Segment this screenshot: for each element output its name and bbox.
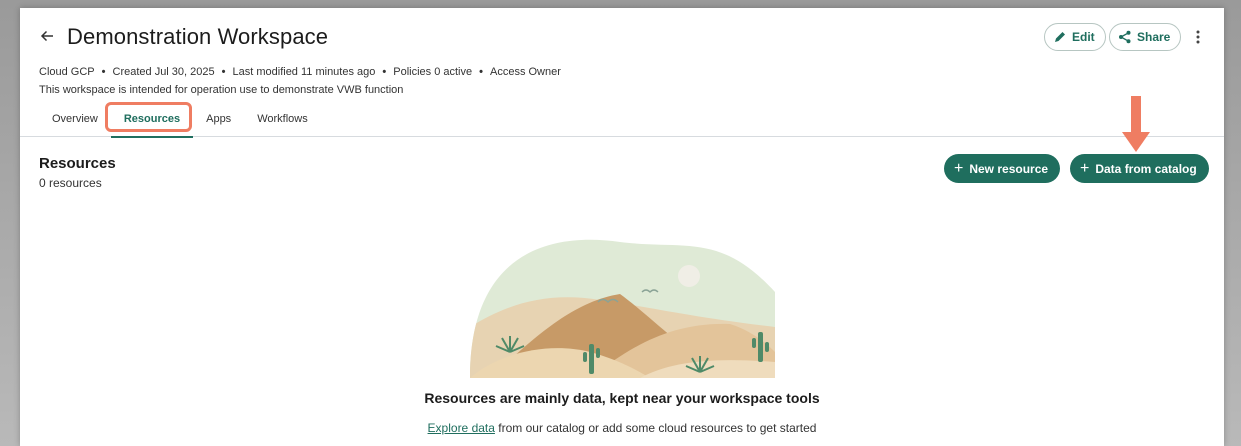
- meta-cloud: Cloud GCP: [39, 66, 95, 78]
- new-resource-button[interactable]: + New resource: [944, 154, 1061, 183]
- desert-illustration: [470, 239, 775, 378]
- share-label: Share: [1137, 30, 1171, 44]
- tab-workflows[interactable]: Workflows: [244, 112, 321, 137]
- more-vertical-icon: [1196, 30, 1200, 44]
- page-title: Demonstration Workspace: [67, 24, 329, 49]
- meta-separator: •: [479, 66, 483, 78]
- empty-state-rest: from our catalog or add some cloud resou…: [494, 421, 817, 435]
- meta-separator: •: [382, 66, 387, 78]
- data-from-catalog-button[interactable]: + Data from catalog: [1070, 154, 1209, 183]
- resources-count: 0 resources: [39, 176, 102, 190]
- data-from-catalog-label: Data from catalog: [1095, 161, 1197, 176]
- down-arrow-annotation-icon: [1122, 96, 1150, 152]
- explore-data-link[interactable]: Explore data: [428, 421, 495, 435]
- more-options-button[interactable]: [1188, 27, 1208, 47]
- workspace-panel: Demonstration Workspace Edit Share Cloud…: [20, 8, 1224, 446]
- plus-icon: +: [1080, 159, 1090, 177]
- workspace-description: This workspace is intended for operation…: [39, 84, 404, 96]
- screenshot-frame: Demonstration Workspace Edit Share Cloud…: [0, 0, 1241, 446]
- plus-icon: +: [954, 159, 964, 177]
- meta-modified: Last modified 11 minutes ago: [232, 66, 376, 78]
- tab-overview[interactable]: Overview: [39, 112, 111, 137]
- share-icon: [1119, 30, 1131, 44]
- new-resource-label: New resource: [969, 161, 1049, 176]
- share-button[interactable]: Share: [1109, 23, 1182, 51]
- meta-access: Access Owner: [489, 66, 561, 78]
- meta-created: Created Jul 30, 2025: [112, 66, 215, 78]
- meta-separator: •: [101, 66, 106, 78]
- workspace-header: Demonstration Workspace Edit Share Cloud…: [20, 8, 1224, 138]
- edit-label: Edit: [1072, 30, 1095, 44]
- back-arrow-icon[interactable]: [38, 27, 56, 45]
- workspace-meta: Cloud GCP • Created Jul 30, 2025 • Last modi…: [39, 66, 561, 78]
- empty-state-title: Resources are mainly data, kept near you…: [424, 390, 820, 406]
- empty-state-subtitle: Explore data from our catalog or add som…: [20, 421, 1224, 435]
- pencil-icon: [1055, 32, 1065, 42]
- tab-resources[interactable]: Resources: [110, 112, 194, 138]
- meta-policies: Policies 0 active: [393, 66, 473, 78]
- resources-heading: Resources: [39, 155, 116, 172]
- workspace-tabs: Overview Resources Apps Workflows: [39, 112, 321, 138]
- tab-apps[interactable]: Apps: [193, 112, 244, 137]
- edit-button[interactable]: Edit: [1044, 23, 1106, 51]
- meta-separator: •: [221, 66, 226, 78]
